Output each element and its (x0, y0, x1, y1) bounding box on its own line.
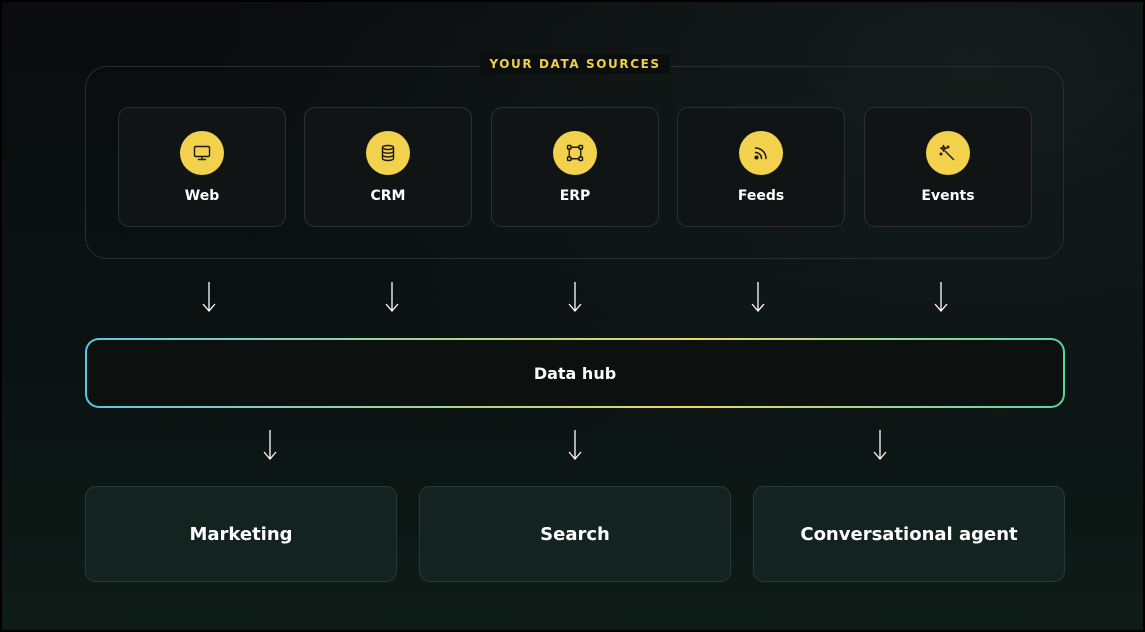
arrow-down-icon (873, 430, 887, 460)
source-card-events: Events (864, 107, 1032, 227)
destination-card-conversational-agent: Conversational agent (753, 486, 1065, 582)
source-card-web: Web (118, 107, 286, 227)
arrow-down-icon (934, 282, 948, 312)
arrow-down-icon (202, 282, 216, 312)
arrow-down-icon (385, 282, 399, 312)
arrow-down-icon (568, 430, 582, 460)
arrow-down-icon (568, 282, 582, 312)
source-label: ERP (559, 188, 591, 204)
data-hub-label: Data hub (87, 340, 1063, 406)
database-icon (366, 131, 410, 175)
destination-card-marketing: Marketing (85, 486, 397, 582)
monitor-icon (180, 131, 224, 175)
destination-card-search: Search (419, 486, 731, 582)
wand-icon (926, 131, 970, 175)
rss-icon (739, 131, 783, 175)
source-card-feeds: Feeds (677, 107, 845, 227)
source-label: Events (921, 188, 975, 204)
source-label: Feeds (737, 188, 785, 204)
architecture-diagram: YOUR DATA SOURCES Web CRM ERP Feeds Even… (0, 0, 1145, 632)
data-hub: Data hub (85, 338, 1065, 408)
arrow-down-icon (263, 430, 277, 460)
source-card-crm: CRM (304, 107, 472, 227)
arrow-down-icon (751, 282, 765, 312)
source-label: CRM (370, 188, 406, 204)
source-card-erp: ERP (491, 107, 659, 227)
source-label: Web (184, 188, 220, 204)
data-sources-title: YOUR DATA SOURCES (480, 54, 670, 74)
nodes-icon (553, 131, 597, 175)
